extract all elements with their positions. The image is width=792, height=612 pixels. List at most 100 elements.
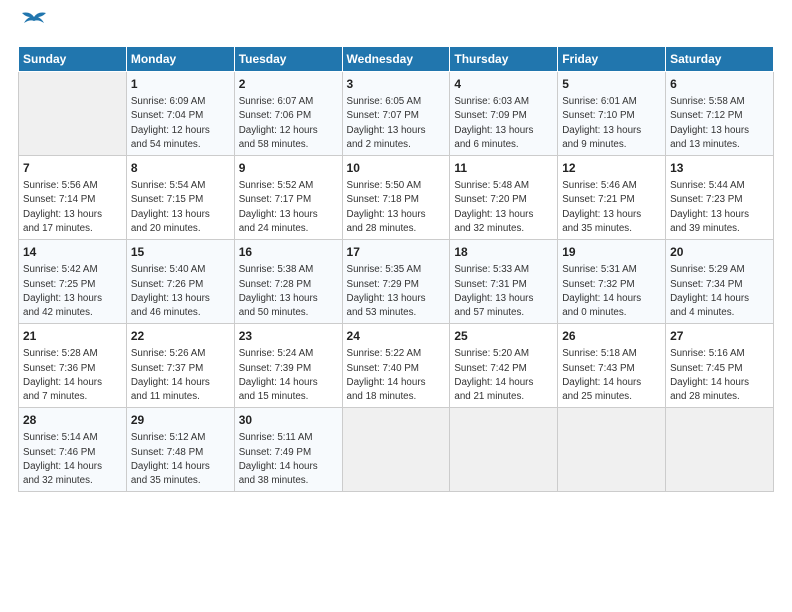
weekday-header-row: SundayMondayTuesdayWednesdayThursdayFrid… bbox=[19, 47, 774, 72]
calendar-cell: 10Sunrise: 5:50 AMSunset: 7:18 PMDayligh… bbox=[342, 156, 450, 240]
calendar-cell: 1 Sunrise: 6:09 AMSunset: 7:04 PMDaylight… bbox=[126, 72, 234, 156]
weekday-header-sunday: Sunday bbox=[19, 47, 127, 72]
calendar-cell: 15 Sunrise: 5:40 AMSunset: 7:26 PMDayligh… bbox=[126, 240, 234, 324]
day-info: Sunrise: 5:38 AMSunset: 7:28 PMDaylight:… bbox=[239, 264, 318, 318]
calendar-cell: 24 Sunrise: 5:22 AMSunset: 7:40 PMDayligh… bbox=[342, 324, 450, 408]
calendar-cell: 11Sunrise: 5:48 AMSunset: 7:20 PMDayligh… bbox=[450, 156, 558, 240]
day-number: 22 bbox=[131, 328, 230, 344]
calendar-cell: 22 Sunrise: 5:26 AMSunset: 7:37 PMDayligh… bbox=[126, 324, 234, 408]
day-number: 18 bbox=[454, 244, 553, 260]
calendar-cell bbox=[558, 408, 666, 492]
calendar-cell: 13 Sunrise: 5:44 AMSunset: 7:23 PMDayligh… bbox=[666, 156, 774, 240]
calendar-week-row: 21Sunrise: 5:28 AMSunset: 7:36 PMDayligh… bbox=[19, 324, 774, 408]
calendar-cell bbox=[666, 408, 774, 492]
logo bbox=[18, 18, 48, 40]
calendar-week-row: 7 Sunrise: 5:56 AMSunset: 7:14 PMDaylight… bbox=[19, 156, 774, 240]
day-number: 27 bbox=[670, 328, 769, 344]
calendar-cell: 19 Sunrise: 5:31 AMSunset: 7:32 PMDayligh… bbox=[558, 240, 666, 324]
day-number: 19 bbox=[562, 244, 661, 260]
calendar-cell: 8 Sunrise: 5:54 AMSunset: 7:15 PMDaylight… bbox=[126, 156, 234, 240]
logo-bird-icon bbox=[20, 9, 48, 31]
day-info: Sunrise: 5:16 AMSunset: 7:45 PMDaylight:… bbox=[670, 348, 749, 402]
day-info: Sunrise: 5:28 AMSunset: 7:36 PMDaylight:… bbox=[23, 348, 102, 402]
day-info: Sunrise: 6:01 AMSunset: 7:10 PMDaylight:… bbox=[562, 96, 641, 150]
day-number: 30 bbox=[239, 412, 338, 428]
day-number: 28 bbox=[23, 412, 122, 428]
day-info: Sunrise: 6:03 AMSunset: 7:09 PMDaylight:… bbox=[454, 96, 533, 150]
day-info: Sunrise: 5:42 AMSunset: 7:25 PMDaylight:… bbox=[23, 264, 102, 318]
day-info: Sunrise: 6:05 AMSunset: 7:07 PMDaylight:… bbox=[347, 96, 426, 150]
day-info: Sunrise: 5:52 AMSunset: 7:17 PMDaylight:… bbox=[239, 180, 318, 234]
day-info: Sunrise: 5:46 AMSunset: 7:21 PMDaylight:… bbox=[562, 180, 641, 234]
day-number: 3 bbox=[347, 76, 446, 92]
day-number: 13 bbox=[670, 160, 769, 176]
day-number: 12 bbox=[562, 160, 661, 176]
calendar-table: SundayMondayTuesdayWednesdayThursdayFrid… bbox=[18, 46, 774, 492]
page-header bbox=[18, 18, 774, 40]
day-info: Sunrise: 5:11 AMSunset: 7:49 PMDaylight:… bbox=[239, 432, 318, 486]
calendar-cell: 4 Sunrise: 6:03 AMSunset: 7:09 PMDaylight… bbox=[450, 72, 558, 156]
calendar-cell: 25Sunrise: 5:20 AMSunset: 7:42 PMDayligh… bbox=[450, 324, 558, 408]
calendar-week-row: 1 Sunrise: 6:09 AMSunset: 7:04 PMDaylight… bbox=[19, 72, 774, 156]
calendar-cell: 20Sunrise: 5:29 AMSunset: 7:34 PMDayligh… bbox=[666, 240, 774, 324]
day-info: Sunrise: 5:24 AMSunset: 7:39 PMDaylight:… bbox=[239, 348, 318, 402]
day-info: Sunrise: 5:44 AMSunset: 7:23 PMDaylight:… bbox=[670, 180, 749, 234]
calendar-cell: 21Sunrise: 5:28 AMSunset: 7:36 PMDayligh… bbox=[19, 324, 127, 408]
day-info: Sunrise: 6:07 AMSunset: 7:06 PMDaylight:… bbox=[239, 96, 318, 150]
calendar-cell: 9 Sunrise: 5:52 AMSunset: 7:17 PMDaylight… bbox=[234, 156, 342, 240]
weekday-header-saturday: Saturday bbox=[666, 47, 774, 72]
calendar-cell bbox=[450, 408, 558, 492]
day-info: Sunrise: 5:12 AMSunset: 7:48 PMDaylight:… bbox=[131, 432, 210, 486]
day-number: 24 bbox=[347, 328, 446, 344]
day-number: 17 bbox=[347, 244, 446, 260]
day-info: Sunrise: 6:09 AMSunset: 7:04 PMDaylight:… bbox=[131, 96, 210, 150]
day-number: 4 bbox=[454, 76, 553, 92]
calendar-cell: 23 Sunrise: 5:24 AMSunset: 7:39 PMDayligh… bbox=[234, 324, 342, 408]
day-info: Sunrise: 5:58 AMSunset: 7:12 PMDaylight:… bbox=[670, 96, 749, 150]
calendar-cell: 2 Sunrise: 6:07 AMSunset: 7:06 PMDaylight… bbox=[234, 72, 342, 156]
weekday-header-friday: Friday bbox=[558, 47, 666, 72]
calendar-cell: 28 Sunrise: 5:14 AMSunset: 7:46 PMDayligh… bbox=[19, 408, 127, 492]
day-number: 16 bbox=[239, 244, 338, 260]
day-info: Sunrise: 5:40 AMSunset: 7:26 PMDaylight:… bbox=[131, 264, 210, 318]
day-number: 23 bbox=[239, 328, 338, 344]
calendar-cell: 16 Sunrise: 5:38 AMSunset: 7:28 PMDayligh… bbox=[234, 240, 342, 324]
day-number: 15 bbox=[131, 244, 230, 260]
day-info: Sunrise: 5:29 AMSunset: 7:34 PMDaylight:… bbox=[670, 264, 749, 318]
day-number: 7 bbox=[23, 160, 122, 176]
day-number: 26 bbox=[562, 328, 661, 344]
calendar-cell: 18 Sunrise: 5:33 AMSunset: 7:31 PMDayligh… bbox=[450, 240, 558, 324]
calendar-cell bbox=[19, 72, 127, 156]
day-number: 11 bbox=[454, 160, 553, 176]
calendar-cell: 29 Sunrise: 5:12 AMSunset: 7:48 PMDayligh… bbox=[126, 408, 234, 492]
day-number: 9 bbox=[239, 160, 338, 176]
day-info: Sunrise: 5:50 AMSunset: 7:18 PMDaylight:… bbox=[347, 180, 426, 234]
day-info: Sunrise: 5:22 AMSunset: 7:40 PMDaylight:… bbox=[347, 348, 426, 402]
day-info: Sunrise: 5:33 AMSunset: 7:31 PMDaylight:… bbox=[454, 264, 533, 318]
calendar-cell: 6 Sunrise: 5:58 AMSunset: 7:12 PMDaylight… bbox=[666, 72, 774, 156]
weekday-header-monday: Monday bbox=[126, 47, 234, 72]
day-info: Sunrise: 5:54 AMSunset: 7:15 PMDaylight:… bbox=[131, 180, 210, 234]
day-number: 6 bbox=[670, 76, 769, 92]
day-number: 8 bbox=[131, 160, 230, 176]
calendar-cell: 5Sunrise: 6:01 AMSunset: 7:10 PMDaylight… bbox=[558, 72, 666, 156]
calendar-cell: 17 Sunrise: 5:35 AMSunset: 7:29 PMDayligh… bbox=[342, 240, 450, 324]
calendar-cell: 27 Sunrise: 5:16 AMSunset: 7:45 PMDayligh… bbox=[666, 324, 774, 408]
calendar-cell bbox=[342, 408, 450, 492]
day-info: Sunrise: 5:26 AMSunset: 7:37 PMDaylight:… bbox=[131, 348, 210, 402]
weekday-header-thursday: Thursday bbox=[450, 47, 558, 72]
day-number: 2 bbox=[239, 76, 338, 92]
calendar-week-row: 28 Sunrise: 5:14 AMSunset: 7:46 PMDayligh… bbox=[19, 408, 774, 492]
day-info: Sunrise: 5:31 AMSunset: 7:32 PMDaylight:… bbox=[562, 264, 641, 318]
calendar-cell: 14Sunrise: 5:42 AMSunset: 7:25 PMDayligh… bbox=[19, 240, 127, 324]
day-info: Sunrise: 5:35 AMSunset: 7:29 PMDaylight:… bbox=[347, 264, 426, 318]
calendar-cell: 26Sunrise: 5:18 AMSunset: 7:43 PMDayligh… bbox=[558, 324, 666, 408]
calendar-cell: 30 Sunrise: 5:11 AMSunset: 7:49 PMDayligh… bbox=[234, 408, 342, 492]
day-number: 1 bbox=[131, 76, 230, 92]
calendar-week-row: 14Sunrise: 5:42 AMSunset: 7:25 PMDayligh… bbox=[19, 240, 774, 324]
calendar-cell: 3 Sunrise: 6:05 AMSunset: 7:07 PMDaylight… bbox=[342, 72, 450, 156]
day-info: Sunrise: 5:14 AMSunset: 7:46 PMDaylight:… bbox=[23, 432, 102, 486]
day-info: Sunrise: 5:56 AMSunset: 7:14 PMDaylight:… bbox=[23, 180, 102, 234]
day-number: 29 bbox=[131, 412, 230, 428]
calendar-cell: 12 Sunrise: 5:46 AMSunset: 7:21 PMDayligh… bbox=[558, 156, 666, 240]
